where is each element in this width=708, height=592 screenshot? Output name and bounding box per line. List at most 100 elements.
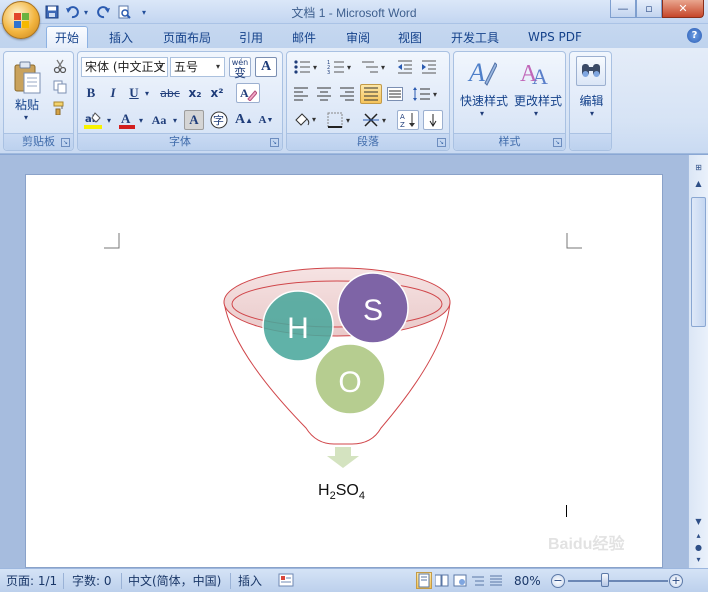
distributed-align-icon[interactable] [385,84,405,104]
zoom-slider-thumb[interactable] [601,573,609,587]
increase-indent-icon[interactable] [419,57,439,77]
tab-developer[interactable]: 开发工具 [443,26,507,48]
styles-launcher-icon[interactable]: ↘ [553,138,562,147]
format-painter-icon[interactable] [52,100,68,116]
line-spacing-icon[interactable]: ▾ [411,84,441,104]
change-case-button[interactable]: Aa [148,110,170,130]
paste-label[interactable]: 粘贴 [8,96,46,113]
tab-view[interactable]: 视图 [390,26,430,48]
char-shading-button[interactable]: A [184,110,204,130]
align-right-icon[interactable] [337,84,357,104]
cut-icon[interactable] [52,58,68,74]
macro-record-icon[interactable] [278,572,294,588]
align-left-icon[interactable] [291,84,311,104]
enclose-characters-icon[interactable]: 字 [208,110,230,130]
phonetic-guide-icon[interactable]: wén 变 [229,57,251,80]
align-center-icon[interactable] [314,84,334,104]
italic-button[interactable]: I [104,84,122,102]
underline-button[interactable]: U [126,84,142,102]
editing-label[interactable]: 编辑 [570,92,613,109]
bold-button[interactable]: B [82,84,100,102]
draft-view-icon[interactable] [488,572,504,589]
font-color-dropdown-icon[interactable]: ▾ [136,110,146,130]
paste-dropdown-icon[interactable]: ▾ [20,112,32,122]
font-size-dropdown-icon[interactable]: ▾ [212,58,224,76]
grow-font-button[interactable]: A ▲ [234,110,254,130]
numbering-icon[interactable]: 1 2 3 ▾ [325,57,355,77]
next-page-icon[interactable]: ▾ [691,553,706,567]
change-styles-icon[interactable]: AA [520,56,552,90]
minimize-button[interactable]: — [610,0,636,18]
tab-references[interactable]: 引用 [231,26,271,48]
insert-mode[interactable]: 插入 [238,573,262,589]
clipboard-launcher-icon[interactable]: ↘ [61,138,70,147]
zoom-level[interactable]: 80% [514,573,541,589]
highlight-dropdown-icon[interactable]: ▾ [104,110,114,130]
page-count[interactable]: 页面: 1/1 [6,573,57,589]
strikethrough-button[interactable]: abc [158,84,182,102]
web-layout-icon[interactable] [452,572,468,589]
quick-styles-icon[interactable]: A [466,56,498,90]
font-color-icon[interactable]: A [118,110,136,130]
zoom-out-button[interactable]: − [551,574,565,588]
underline-dropdown-icon[interactable]: ▾ [142,84,152,102]
chinese-layout-icon[interactable]: ▾ [361,110,391,130]
scroll-down-icon[interactable]: ▼ [691,515,706,529]
print-layout-view-icon[interactable] [416,572,432,589]
change-styles-label[interactable]: 更改样式 [510,92,566,109]
language-indicator[interactable]: 中文(简体，中国) [128,573,221,589]
styles-group-label: 样式 [454,133,565,150]
font-name-combo[interactable]: 宋体 (中文正文 ▾ [81,57,168,77]
tab-page-layout[interactable]: 页面布局 [155,26,219,48]
tab-mailings[interactable]: 邮件 [284,26,324,48]
scroll-up-icon[interactable]: ▲ [691,177,706,191]
tab-insert[interactable]: 插入 [101,26,141,48]
subscript-button[interactable]: x₂ [186,84,204,102]
quick-styles-label[interactable]: 快速样式 [456,92,512,109]
editing-dropdown-icon[interactable]: ▾ [586,108,598,118]
document-page[interactable] [25,174,663,568]
zoom-slider-track[interactable] [568,580,668,582]
change-case-dropdown-icon[interactable]: ▾ [170,110,180,130]
shrink-font-button[interactable]: A ▼ [256,110,276,130]
zoom-in-button[interactable]: + [669,574,683,588]
maximize-button[interactable]: ▫ [636,0,662,18]
highlight-icon[interactable]: ab [82,110,104,130]
sort-icon[interactable]: AZ [397,110,419,130]
paste-icon[interactable] [8,56,46,100]
tab-wps-pdf[interactable]: WPS PDF [520,26,590,48]
font-name-dropdown-icon[interactable]: ▾ [155,58,167,76]
vertical-scrollbar[interactable]: ⊞ ▲ ▼ ▴ ● ▾ [688,155,708,568]
help-icon[interactable]: ? [687,28,702,43]
shading-icon[interactable]: ▾ [291,110,321,130]
outline-view-icon[interactable] [470,572,486,589]
find-binoculars-icon[interactable] [576,56,606,86]
office-button[interactable] [2,1,40,39]
show-hide-marks-icon[interactable] [423,110,443,130]
scroll-thumb[interactable] [691,197,706,327]
formula-text[interactable]: H2SO4 [318,482,365,502]
close-button[interactable]: ✕ [662,0,704,18]
multilevel-list-icon[interactable]: ▾ [359,57,389,77]
svg-text:A: A [400,113,405,121]
font-size-combo[interactable]: 五号 ▾ [170,57,225,77]
tab-review[interactable]: 审阅 [338,26,378,48]
clear-formatting-icon[interactable]: A [236,83,260,103]
change-styles-dropdown-icon[interactable]: ▾ [530,108,542,118]
bullets-icon[interactable]: ▾ [291,57,321,77]
justify-icon[interactable] [360,84,382,104]
svg-text:A: A [532,64,548,89]
quick-styles-dropdown-icon[interactable]: ▾ [476,108,488,118]
paragraph-launcher-icon[interactable]: ↘ [437,138,446,147]
clipboard-group: 粘贴 ▾ 剪贴板 ↘ [3,51,74,151]
superscript-button[interactable]: x² [208,84,226,102]
copy-icon[interactable] [52,79,68,95]
borders-icon[interactable]: ▾ [325,110,355,130]
decrease-indent-icon[interactable] [395,57,415,77]
tab-home[interactable]: 开始 [46,26,89,48]
char-border-icon[interactable]: A [255,57,277,77]
ruler-toggle-icon[interactable]: ⊞ [691,161,706,175]
word-count[interactable]: 字数: 0 [72,573,112,589]
full-screen-reading-icon[interactable] [434,572,450,589]
font-launcher-icon[interactable]: ↘ [270,138,279,147]
